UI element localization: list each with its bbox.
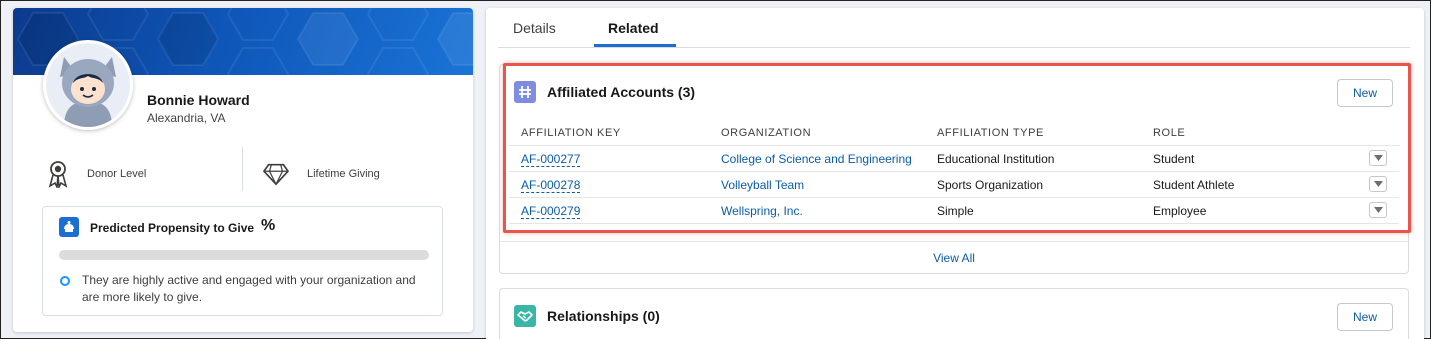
contact-name: Bonnie Howard xyxy=(147,92,250,108)
record-tabs: Details Related xyxy=(498,8,1410,48)
table-header: AFFILIATION KEY ORGANIZATION AFFILIATION… xyxy=(509,120,1399,146)
propensity-title: Predicted Propensity to Give xyxy=(90,221,255,235)
column-header-organization[interactable]: ORGANIZATION xyxy=(721,127,811,139)
tab-related[interactable]: Related xyxy=(608,20,659,36)
donor-level-label: Donor Level xyxy=(87,168,147,180)
table-row: AF-000278 Volleyball Team Sports Organiz… xyxy=(509,172,1399,198)
row-actions-chevron-down-icon[interactable] xyxy=(1369,150,1387,166)
row-actions-chevron-down-icon[interactable] xyxy=(1369,176,1387,192)
new-affiliation-button[interactable]: New xyxy=(1337,79,1393,107)
raccoon-avatar-icon xyxy=(46,43,130,127)
affiliation-type: Simple xyxy=(937,204,974,218)
affiliation-icon xyxy=(514,81,536,103)
lifetime-giving-label: Lifetime Giving xyxy=(307,168,380,180)
contact-address: Alexandria, VA xyxy=(147,111,226,125)
column-header-affiliation-type[interactable]: AFFILIATION TYPE xyxy=(937,127,1044,139)
propensity-percent: % xyxy=(261,217,276,234)
affiliation-key-link[interactable]: AF-000279 xyxy=(521,204,581,219)
propensity-panel: Predicted Propensity to Give % They are … xyxy=(42,206,443,316)
role: Student xyxy=(1153,152,1195,166)
view-all-link[interactable]: View All xyxy=(933,251,975,265)
table-row: AF-000279 Wellspring, Inc. Simple Employ… xyxy=(509,198,1399,224)
role: Student Athlete xyxy=(1153,178,1235,192)
card-footer: View All xyxy=(500,241,1408,274)
row-actions-chevron-down-icon[interactable] xyxy=(1369,202,1387,218)
einstein-prediction-icon xyxy=(59,217,79,237)
affiliated-accounts-card: Affiliated Accounts (3) New AFFILIATION … xyxy=(499,64,1409,274)
column-header-role[interactable]: ROLE xyxy=(1153,127,1185,139)
app-frame: Bonnie Howard Alexandria, VA Donor Level xyxy=(0,0,1431,339)
avatar[interactable] xyxy=(43,40,133,130)
diamond-icon xyxy=(263,159,289,189)
column-header-affiliation-key[interactable]: AFFILIATION KEY xyxy=(521,127,621,139)
stat-divider xyxy=(242,147,243,191)
affiliation-type: Educational Institution xyxy=(937,152,1055,166)
active-tab-indicator xyxy=(594,44,676,47)
affiliation-type: Sports Organization xyxy=(937,178,1044,192)
organization-link[interactable]: Wellspring, Inc. xyxy=(721,204,803,218)
award-ribbon-icon xyxy=(45,159,71,189)
affiliation-key-link[interactable]: AF-000277 xyxy=(521,152,581,167)
relationships-card: Relationships (0) New xyxy=(499,288,1409,339)
contact-profile-card: Bonnie Howard Alexandria, VA Donor Level xyxy=(13,8,473,332)
donor-level-stat: Donor Level xyxy=(45,154,146,194)
relationships-title: Relationships (0) xyxy=(547,308,660,324)
role: Employee xyxy=(1153,204,1207,218)
organization-link[interactable]: College of Science and Engineering xyxy=(721,152,912,166)
affiliation-key-link[interactable]: AF-000278 xyxy=(521,178,581,193)
tab-details[interactable]: Details xyxy=(513,20,556,36)
info-dot-icon xyxy=(60,276,70,286)
affiliations-table: AFFILIATION KEY ORGANIZATION AFFILIATION… xyxy=(509,120,1399,224)
table-row: AF-000277 College of Science and Enginee… xyxy=(509,146,1399,172)
propensity-progress-bar xyxy=(59,250,429,260)
lifetime-giving-stat: Lifetime Giving xyxy=(263,154,380,194)
handshake-icon xyxy=(514,305,536,327)
organization-link[interactable]: Volleyball Team xyxy=(721,178,804,192)
affiliated-accounts-title: Affiliated Accounts (3) xyxy=(547,84,696,100)
propensity-description: They are highly active and engaged with … xyxy=(82,273,416,304)
new-relationship-button[interactable]: New xyxy=(1337,303,1393,331)
related-panel: Details Related Affiliated Accounts (3) … xyxy=(486,8,1424,339)
